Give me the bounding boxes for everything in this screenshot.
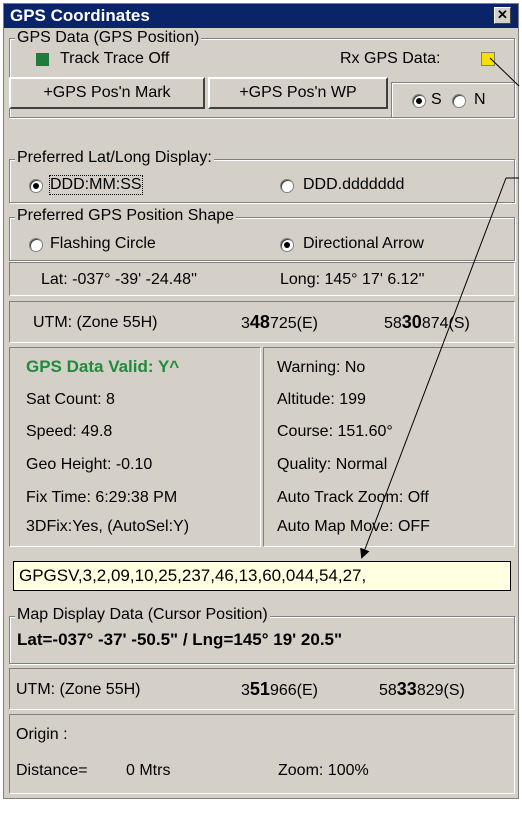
annotation-arrows <box>360 57 520 559</box>
rx-indicator-arrow <box>489 57 520 87</box>
nmea-pointer-arrow <box>360 177 507 559</box>
